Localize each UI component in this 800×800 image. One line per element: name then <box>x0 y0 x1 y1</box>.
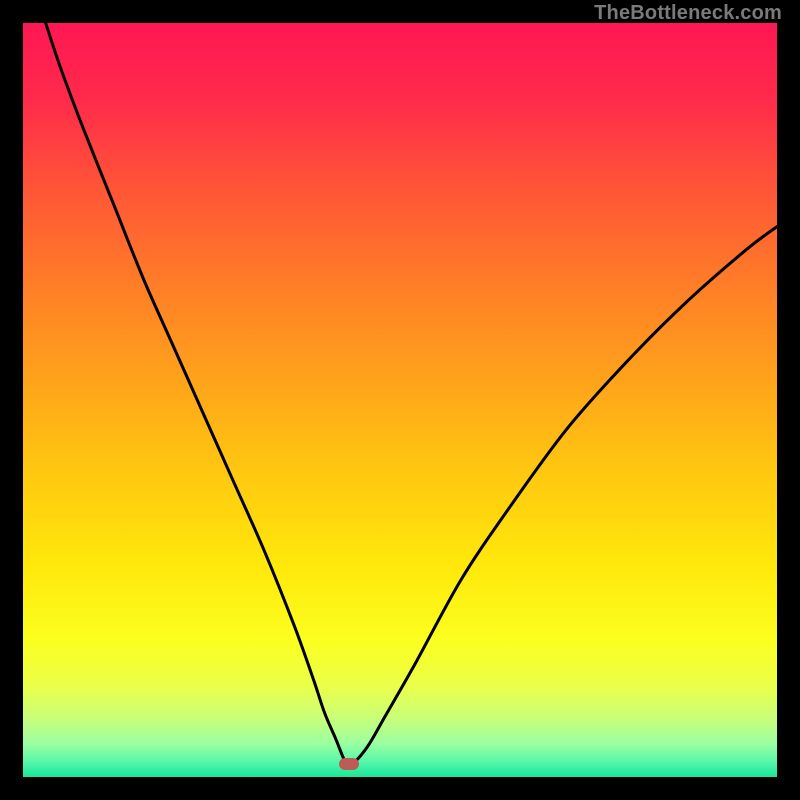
bottleneck-curve <box>23 23 777 777</box>
optimal-point-marker <box>339 758 359 770</box>
watermark-text: TheBottleneck.com <box>594 2 782 25</box>
plot-area <box>23 23 777 777</box>
chart-frame: TheBottleneck.com <box>0 0 800 800</box>
